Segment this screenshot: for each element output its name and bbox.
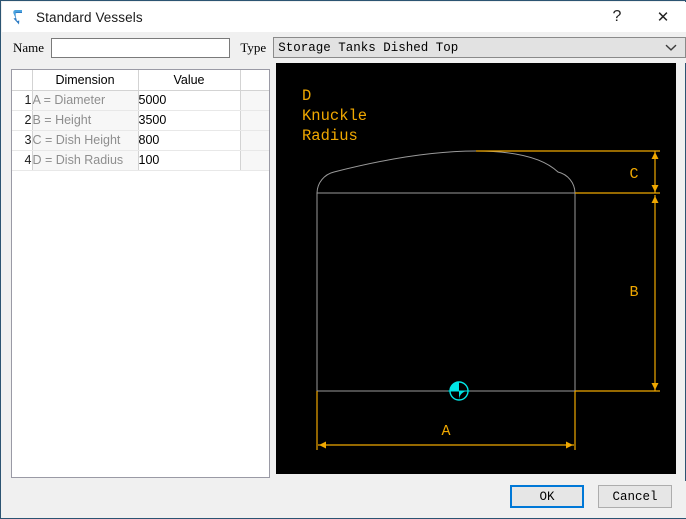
- row-value[interactable]: 5000: [138, 90, 241, 111]
- row-filler: [240, 130, 269, 151]
- dimension-label-a: A: [441, 423, 450, 440]
- row-index: 3: [12, 130, 33, 151]
- table-header-filler: [240, 70, 269, 91]
- row-index: 1: [12, 90, 33, 111]
- window-title: Standard Vessels: [36, 9, 143, 25]
- row-value[interactable]: 100: [138, 150, 241, 171]
- vessel-drawing: D Knuckle Radius C B A: [276, 63, 676, 474]
- annotation-line-3: Radius: [302, 127, 358, 145]
- row-index: 2: [12, 110, 33, 131]
- row-dimension: B = Height: [32, 110, 139, 131]
- table-header-dimension[interactable]: Dimension: [32, 70, 139, 91]
- table-row[interactable]: 1 A = Diameter 5000: [12, 90, 269, 111]
- row-value[interactable]: 800: [138, 130, 241, 151]
- title-bar: Standard Vessels ? ✕: [2, 2, 686, 32]
- row-index: 4: [12, 150, 33, 171]
- name-label: Name: [13, 39, 45, 55]
- dimensions-table: Dimension Value 1 A = Diameter 5000 2 B …: [12, 70, 269, 171]
- row-filler: [240, 110, 269, 131]
- row-dimension: C = Dish Height: [32, 130, 139, 151]
- name-input[interactable]: [51, 37, 231, 58]
- table-header-index: [12, 70, 33, 91]
- cancel-button[interactable]: Cancel: [598, 485, 672, 508]
- table-row[interactable]: 4 D = Dish Radius 100: [12, 150, 269, 171]
- ok-button[interactable]: OK: [510, 485, 584, 508]
- vessel-preview-panel[interactable]: D Knuckle Radius C B A: [276, 63, 676, 474]
- standard-vessels-dialog: Standard Vessels ? ✕ Name Type Storage T…: [0, 0, 686, 519]
- row-dimension: A = Diameter: [32, 90, 139, 111]
- row-dimension: D = Dish Radius: [32, 150, 139, 171]
- table-row[interactable]: 2 B = Height 3500: [12, 110, 269, 131]
- dimensions-table-panel[interactable]: Dimension Value 1 A = Diameter 5000 2 B …: [11, 69, 270, 478]
- close-button[interactable]: ✕: [640, 2, 686, 32]
- row-value[interactable]: 3500: [138, 110, 241, 131]
- form-row: Name Type Storage Tanks Dished Top: [2, 32, 686, 63]
- table-header-value[interactable]: Value: [138, 70, 241, 91]
- table-row[interactable]: 3 C = Dish Height 800: [12, 130, 269, 151]
- help-button[interactable]: ?: [594, 2, 640, 32]
- button-bar: OK Cancel: [2, 481, 686, 518]
- dimension-label-b: B: [629, 284, 638, 301]
- type-label: Type: [240, 39, 267, 55]
- vessel-app-icon: [13, 10, 22, 25]
- dimension-label-c: C: [629, 166, 638, 183]
- type-selected-value: Storage Tanks Dished Top: [278, 40, 459, 55]
- annotation-line-2: Knuckle: [302, 107, 367, 125]
- annotation-line-1: D: [302, 87, 311, 105]
- row-filler: [240, 150, 269, 171]
- type-dropdown[interactable]: Storage Tanks Dished Top: [273, 37, 686, 58]
- table-header-row: Dimension Value: [12, 70, 269, 91]
- chevron-down-icon: [665, 44, 677, 51]
- row-filler: [240, 90, 269, 111]
